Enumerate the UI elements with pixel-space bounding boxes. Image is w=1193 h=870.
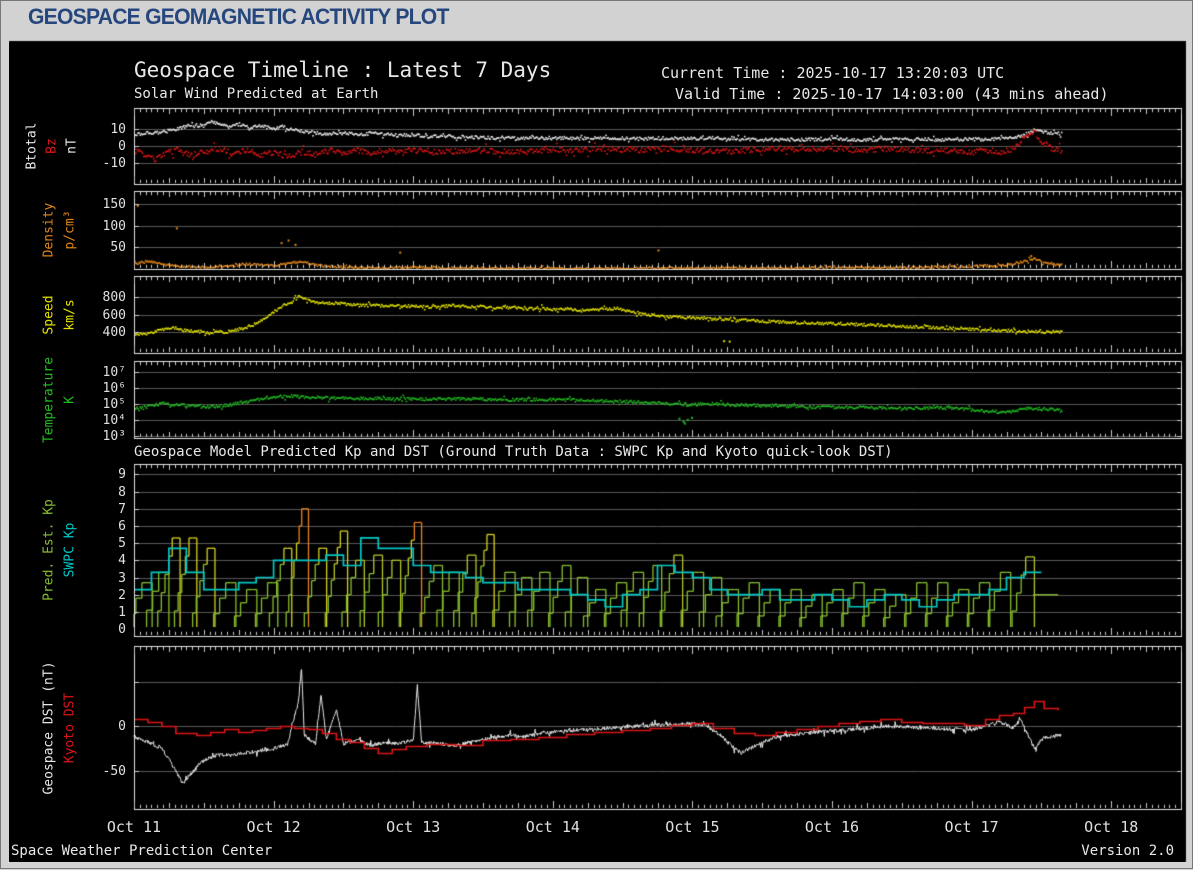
- kp-dst-caption: Geospace Model Predicted Kp and DST (Gro…: [134, 444, 893, 460]
- current-time-label: Current Time : 2025-10-17 13:20:03 UTC: [661, 64, 1005, 82]
- y-tick-label: 600: [102, 307, 126, 323]
- x-tick-label: Oct 11: [106, 818, 162, 836]
- y-axis-label-imf-0: Btotal: [24, 122, 40, 170]
- y-tick-label: 4: [118, 553, 126, 569]
- x-tick-label: Oct 15: [665, 818, 720, 836]
- y-tick-label: 1: [118, 604, 126, 620]
- y-tick-label: 10: [110, 121, 126, 137]
- y-axis-label-den-0: Density: [41, 202, 57, 258]
- y-tick-label: 10⁷: [102, 365, 126, 381]
- y-tick-label: 2: [118, 587, 126, 603]
- y-axis-label-dst-1: Kyoto DST: [62, 692, 78, 763]
- y-tick-label: -50: [102, 763, 126, 779]
- y-tick-label: 8: [118, 484, 126, 500]
- y-axis-label-den-1: p/cm³: [62, 210, 78, 250]
- x-tick-label: Oct 17: [944, 818, 999, 836]
- y-tick-label: 10⁶: [102, 381, 126, 397]
- y-axis-label-kp-0: Pred. Est. Kp: [41, 499, 57, 601]
- y-tick-label: 0: [118, 622, 126, 638]
- y-tick-label: 10⁵: [102, 397, 126, 413]
- y-tick-label: 10⁴: [102, 413, 126, 429]
- footer-version-label: Version 2.0: [1081, 843, 1174, 859]
- y-tick-label: 50: [110, 240, 126, 256]
- x-tick-label: Oct 16: [804, 818, 860, 836]
- y-tick-label: 6: [118, 518, 126, 534]
- solar-wind-caption: Solar Wind Predicted at Earth: [134, 86, 379, 102]
- y-tick-label: 5: [118, 536, 126, 552]
- timeline-plot-canvas: [1, 1, 1193, 870]
- x-tick-label: Oct 18: [1084, 818, 1139, 836]
- y-tick-label: 100: [102, 218, 126, 234]
- y-tick-label: 10³: [102, 429, 126, 445]
- plot-title: Geospace Timeline : Latest 7 Days: [134, 58, 552, 82]
- y-tick-label: 800: [102, 290, 126, 306]
- geospace-activity-page: { "header": { "title": "GEOSPACE GEOMAGN…: [0, 0, 1193, 870]
- y-axis-label-tmp-0: Temperature: [41, 356, 57, 443]
- y-axis-label-dst-0: Geospace DST (nT): [41, 660, 57, 795]
- y-tick-label: 0: [118, 139, 126, 154]
- y-tick-label: 3: [118, 570, 126, 586]
- footer-org-label: Space Weather Prediction Center: [11, 843, 273, 859]
- x-tick-label: Oct 12: [246, 818, 301, 836]
- y-tick-label: 9: [118, 467, 126, 483]
- y-tick-label: 0: [118, 719, 126, 735]
- y-tick-label: 400: [102, 324, 126, 340]
- y-axis-label-spd-0: Speed: [41, 294, 57, 335]
- y-axis-label-kp-1: SWPC Kp: [62, 522, 78, 578]
- y-tick-label: 150: [102, 197, 126, 212]
- y-tick-label: 7: [118, 501, 126, 517]
- y-axis-label-spd-1: km/s: [62, 298, 78, 331]
- valid-time-label: Valid Time : 2025-10-17 14:03:00 (43 min…: [675, 85, 1109, 103]
- y-axis-label-tmp-1: K: [62, 395, 78, 404]
- y-axis-label-imf-1: Bz: [44, 138, 60, 154]
- x-tick-label: Oct 13: [386, 818, 441, 836]
- y-tick-label: -10: [102, 156, 126, 172]
- y-axis-label-imf-2: nT: [64, 138, 80, 154]
- x-tick-label: Oct 14: [525, 818, 580, 836]
